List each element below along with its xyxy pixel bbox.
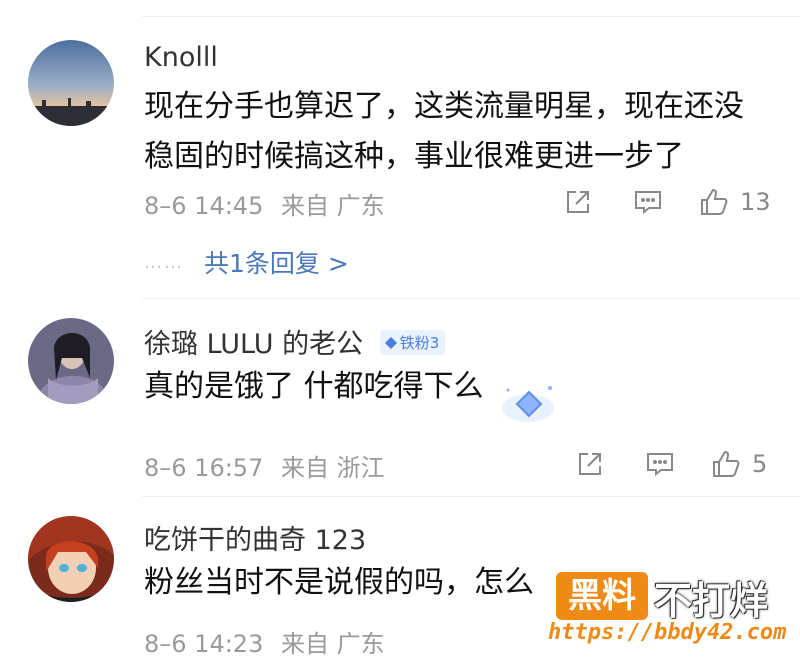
location: 来自 广东 (280, 192, 385, 220)
top-divider (142, 16, 800, 17)
share-icon (567, 191, 589, 213)
comment-meta: 8–6 14:23 来自 广东 (144, 624, 395, 659)
replies-label: 共1条回复 > (204, 249, 349, 278)
like-count: 5 (752, 450, 768, 478)
share-button[interactable] (562, 182, 594, 222)
divider (142, 496, 800, 497)
watermark-text: 不打烊 (654, 579, 769, 623)
timestamp: 8–6 14:23 (144, 630, 264, 658)
avatar[interactable] (28, 318, 114, 404)
fan-badge: 铁粉3 (379, 330, 446, 355)
thumbs-up-icon (701, 188, 728, 215)
comment-icon (647, 453, 673, 477)
location: 来自 广东 (280, 630, 385, 658)
comment-text-line: 现在分手也算迟了，这类流量明星，现在还没 (144, 89, 744, 124)
comment-button[interactable] (644, 444, 676, 484)
comment-button[interactable] (632, 182, 664, 222)
comment-meta: 8–6 16:57 来自 浙江 (144, 448, 395, 483)
timestamp: 8–6 14:45 (144, 192, 264, 220)
replies-dots: …… (144, 251, 184, 273)
share-icon (579, 453, 601, 475)
watermark-url: https://bbdy42.com (548, 620, 787, 645)
like-count: 13 (740, 188, 771, 216)
username[interactable]: Knolll (144, 42, 218, 73)
username-text: 徐璐 LULU 的老公 (144, 329, 364, 360)
comment-text-line: 稳固的时候搞这种，事业很难更进一步了 (144, 139, 684, 174)
divider (142, 298, 800, 299)
avatar[interactable] (28, 516, 114, 602)
avatar[interactable] (28, 40, 114, 126)
timestamp: 8–6 16:57 (144, 454, 264, 482)
thumbs-up-icon (713, 450, 740, 477)
diamond-icon (384, 336, 397, 349)
location: 来自 浙江 (280, 454, 385, 482)
like-button[interactable]: 5 (710, 444, 767, 484)
badge-label: 铁粉3 (399, 334, 440, 352)
watermark: 黑料 不打烊 https://bbdy42.com (546, 568, 796, 668)
comment-text-line: 真的是饿了 什都吃得下么 (144, 369, 484, 404)
like-button[interactable]: 13 (698, 182, 771, 222)
username[interactable]: 徐璐 LULU 的老公 铁粉3 (144, 322, 446, 361)
watermark-logo: 黑料 (556, 572, 648, 620)
comment-meta: 8–6 14:45 来自 广东 (144, 186, 395, 221)
comment-text: 现在分手也算迟了，这类流量明星，现在还没 稳固的时候搞这种，事业很难更进一步了 (144, 82, 774, 182)
comment-text: 真的是饿了 什都吃得下么 (144, 362, 774, 412)
diamond-sticker-icon (502, 386, 554, 422)
username[interactable]: 吃饼干的曲奇 123 (144, 518, 366, 557)
share-button[interactable] (574, 444, 606, 484)
view-replies-link[interactable]: …… 共1条回复 > (144, 244, 349, 280)
comment-icon (635, 191, 661, 215)
